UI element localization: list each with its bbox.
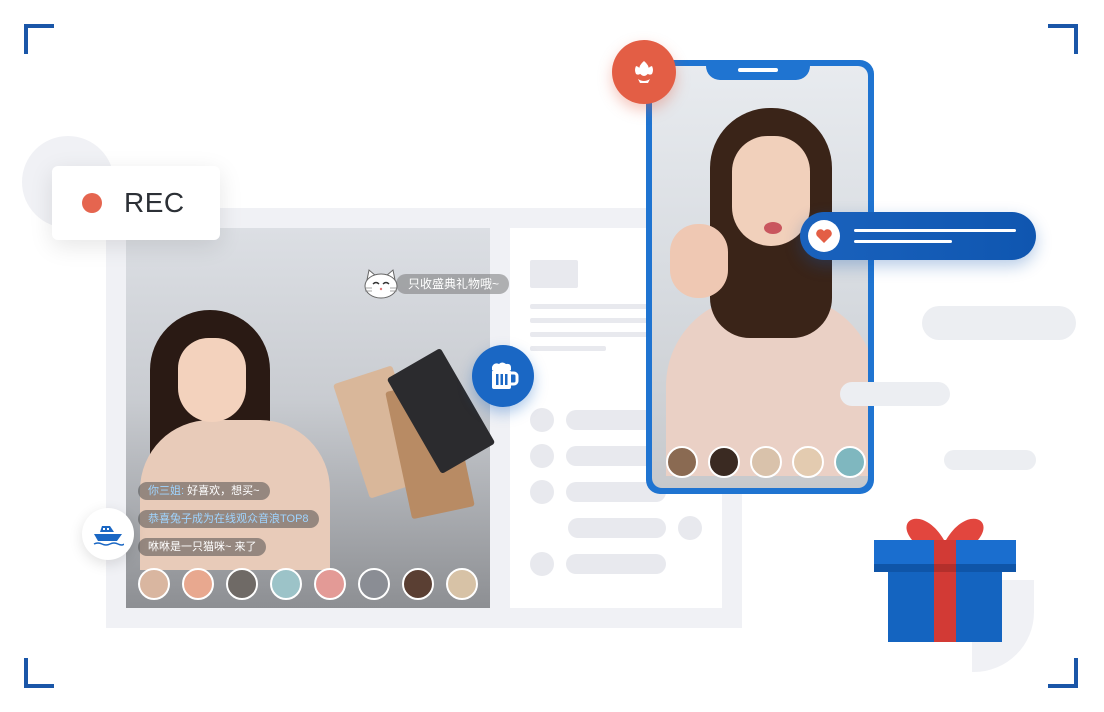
like-comment-pill[interactable] bbox=[800, 212, 1036, 260]
placeholder-dot bbox=[678, 516, 702, 540]
streamer-lips bbox=[764, 222, 782, 234]
frame-corner-bottom-left bbox=[24, 658, 54, 688]
phone-viewer-row bbox=[666, 446, 866, 478]
comment-placeholder-line bbox=[854, 240, 952, 243]
beer-mug-icon bbox=[492, 362, 519, 389]
viewer-avatar[interactable] bbox=[358, 568, 390, 600]
viewer-avatar[interactable] bbox=[314, 568, 346, 600]
heart-badge bbox=[808, 220, 840, 252]
chat-message: 恭喜兔子成为在线观众音浪TOP8 bbox=[138, 510, 319, 528]
cat-face-icon bbox=[362, 268, 400, 300]
gift-message-bubble: 只收盛典礼物哦~ bbox=[362, 268, 510, 300]
chat-text: 好喜欢，想买~ bbox=[187, 485, 260, 497]
viewer-avatar[interactable] bbox=[666, 446, 698, 478]
viewer-avatar-row bbox=[138, 568, 478, 600]
placeholder-bar bbox=[566, 554, 666, 574]
viewer-avatar[interactable] bbox=[750, 446, 782, 478]
placeholder-pill bbox=[840, 382, 950, 406]
placeholder-line bbox=[530, 332, 650, 337]
frame-corner-bottom-right bbox=[1048, 658, 1078, 688]
chat-username: 你三姐: bbox=[148, 485, 185, 497]
viewer-avatar[interactable] bbox=[182, 568, 214, 600]
placeholder-line bbox=[530, 346, 606, 351]
streamer-face bbox=[178, 338, 246, 422]
viewer-avatar[interactable] bbox=[402, 568, 434, 600]
placeholder-dot bbox=[530, 480, 554, 504]
heart-icon bbox=[816, 229, 832, 243]
phone-frame bbox=[646, 60, 874, 494]
frame-corner-top-right bbox=[1048, 24, 1078, 54]
yacht-gift-button[interactable] bbox=[82, 508, 134, 560]
viewer-avatar[interactable] bbox=[708, 446, 740, 478]
placeholder-line bbox=[530, 304, 650, 309]
record-dot-icon bbox=[82, 193, 102, 213]
viewer-avatar[interactable] bbox=[834, 446, 866, 478]
placeholder-dot bbox=[530, 408, 554, 432]
gift-box-icon bbox=[874, 512, 1016, 642]
placeholder-thumb bbox=[530, 260, 578, 288]
placeholder-dot bbox=[530, 552, 554, 576]
viewer-avatar[interactable] bbox=[270, 568, 302, 600]
chat-text: 咻咻是一只猫咪~ 来了 bbox=[148, 541, 257, 553]
placeholder-pill bbox=[922, 306, 1076, 340]
gift-message-text: 只收盛典礼物哦~ bbox=[396, 274, 510, 294]
placeholder-pill bbox=[944, 450, 1036, 470]
phone-live-video[interactable] bbox=[652, 66, 868, 488]
streamer-hand bbox=[670, 224, 728, 298]
chat-message: 咻咻是一只猫咪~ 来了 bbox=[138, 538, 267, 556]
recording-indicator[interactable]: REC bbox=[52, 166, 220, 240]
beer-gift-button[interactable] bbox=[472, 345, 534, 407]
viewer-avatar[interactable] bbox=[446, 568, 478, 600]
viewer-avatar[interactable] bbox=[138, 568, 170, 600]
phone-notch bbox=[706, 60, 810, 80]
speaker-bar bbox=[738, 68, 778, 72]
viewer-avatar[interactable] bbox=[792, 446, 824, 478]
rec-label: REC bbox=[124, 187, 185, 218]
flower-icon bbox=[635, 61, 653, 83]
flower-gift-button[interactable] bbox=[612, 40, 676, 104]
yacht-icon bbox=[93, 526, 124, 546]
placeholder-line bbox=[530, 318, 650, 323]
chat-text: 恭喜兔子成为在线观众音浪TOP8 bbox=[148, 513, 309, 525]
comment-placeholder-line bbox=[854, 229, 1016, 232]
placeholder-dot bbox=[530, 444, 554, 468]
placeholder-bar bbox=[568, 518, 666, 538]
frame-corner-top-left bbox=[24, 24, 54, 54]
chat-message: 你三姐: 好喜欢，想买~ bbox=[138, 482, 270, 500]
viewer-avatar[interactable] bbox=[226, 568, 258, 600]
